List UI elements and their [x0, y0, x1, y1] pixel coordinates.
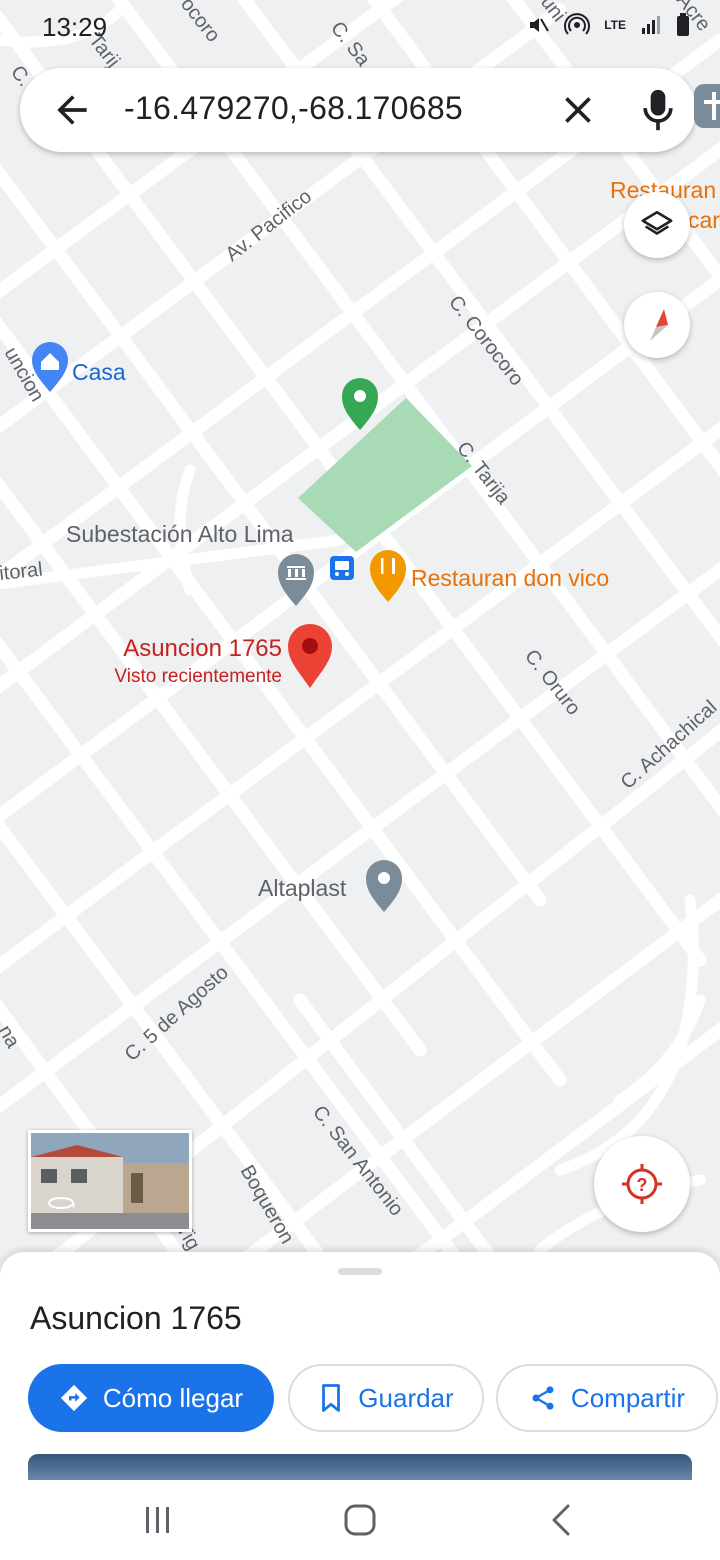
compass-icon	[650, 309, 668, 341]
share-icon	[532, 1386, 554, 1410]
signal-icon	[642, 16, 660, 34]
place-title: Asuncion 1765	[30, 1300, 242, 1336]
sheet-drag-handle[interactable]	[338, 1268, 382, 1275]
location-target-icon: ?	[622, 1164, 662, 1204]
close-icon[interactable]	[556, 88, 600, 132]
save-label: Guardar	[358, 1382, 454, 1413]
pin-title: Asuncion 1765	[123, 635, 282, 662]
layers-icon	[641, 210, 673, 235]
street-label-itoral: itoral	[0, 559, 44, 585]
mic-icon[interactable]	[636, 86, 680, 134]
system-nav-bar	[0, 1480, 720, 1560]
bus-stop-icon[interactable]	[330, 556, 354, 580]
battery-icon	[677, 13, 689, 36]
search-bar[interactable]: -16.479270,-68.170685	[20, 68, 696, 152]
street-view-thumbnail[interactable]	[28, 1130, 192, 1232]
directions-button[interactable]: Cómo llegar	[28, 1364, 274, 1432]
share-label: Compartir	[570, 1382, 686, 1413]
directions-label: Cómo llegar	[102, 1382, 244, 1413]
place-label-restaurant-top-2: car	[688, 207, 720, 233]
search-input[interactable]: -16.479270,-68.170685	[124, 90, 463, 127]
directions-icon	[60, 1384, 88, 1412]
church-pin-icon[interactable]	[694, 84, 720, 128]
place-sheet[interactable]: Asuncion 1765 Cómo llegar Guardar Compar…	[0, 1252, 720, 1480]
svg-text:?: ?	[637, 1175, 648, 1195]
status-bar: 13:29 LTE	[0, 0, 720, 56]
my-location-button[interactable]: ?	[594, 1136, 690, 1232]
layers-button[interactable]	[624, 192, 690, 258]
pin-subtitle: Visto recientemente	[114, 666, 282, 687]
hotspot-icon	[564, 13, 591, 35]
mute-icon	[530, 18, 550, 32]
place-label-restaurant: Restauran don vico	[411, 565, 609, 591]
map-canvas[interactable]: Av. Pacifico C. Corocoro C. Tarija C. Or…	[0, 0, 720, 1260]
status-time: 13:29	[42, 12, 108, 42]
back-arrow-icon[interactable]	[50, 88, 94, 132]
place-label-altaplast: Altaplast	[258, 875, 347, 901]
place-label-subestacion: Subestación Alto Lima	[66, 521, 294, 547]
place-label-casa: Casa	[72, 359, 126, 385]
home-icon[interactable]	[338, 1498, 382, 1542]
compass-button[interactable]	[624, 292, 690, 358]
share-button[interactable]: Compartir	[496, 1364, 718, 1432]
network-label: LTE	[604, 18, 626, 32]
bookmark-icon	[322, 1384, 341, 1412]
place-photo[interactable]	[28, 1454, 692, 1480]
back-nav-icon[interactable]	[540, 1498, 584, 1542]
recent-apps-icon[interactable]	[136, 1498, 180, 1542]
save-button[interactable]: Guardar	[288, 1364, 484, 1432]
